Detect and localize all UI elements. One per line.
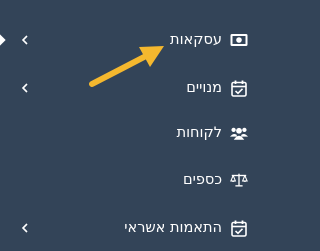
pointer-arrow-icon (89, 46, 164, 87)
